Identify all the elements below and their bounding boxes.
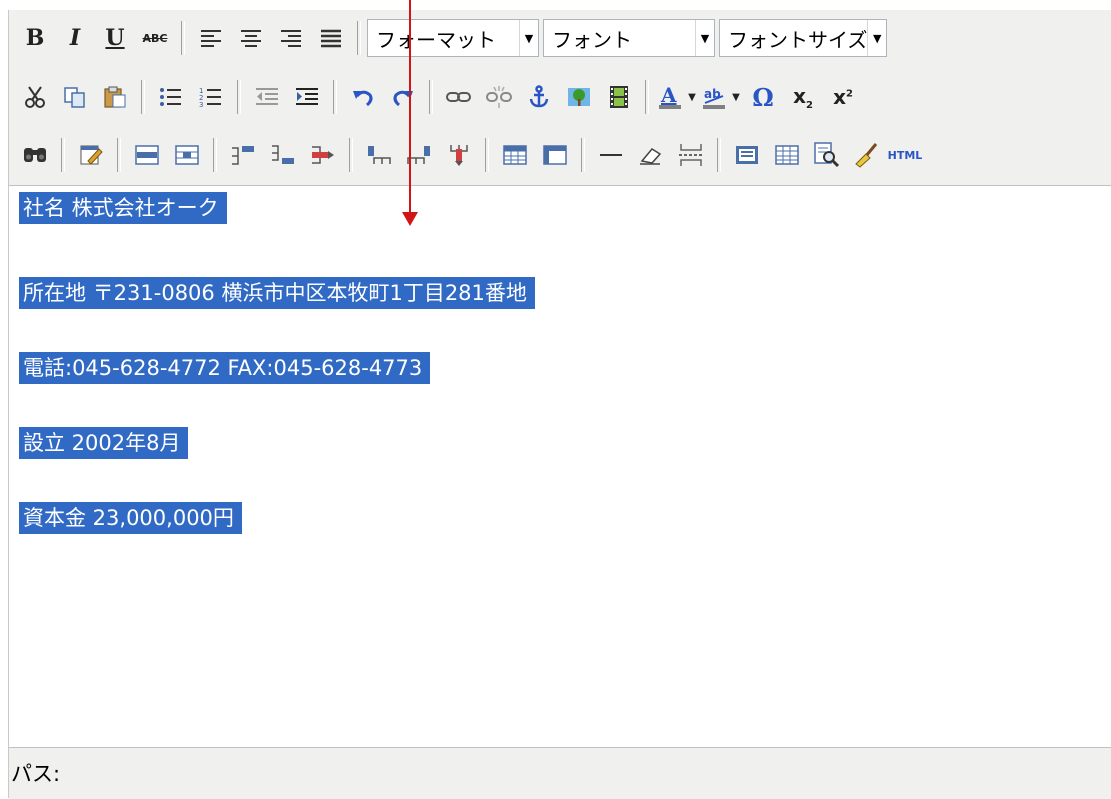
separator xyxy=(117,138,121,172)
separator xyxy=(357,21,361,55)
separator xyxy=(717,138,721,172)
subscript-icon[interactable]: x2 xyxy=(783,77,823,117)
separator xyxy=(485,138,489,172)
status-bar: パス: xyxy=(9,747,1111,799)
outdent-icon[interactable] xyxy=(247,77,287,117)
underline-button[interactable]: U xyxy=(95,18,135,58)
separator xyxy=(237,80,241,114)
separator xyxy=(181,21,185,55)
svg-text:A: A xyxy=(660,84,677,107)
copy-icon[interactable] xyxy=(55,77,95,117)
find-icon[interactable] xyxy=(15,135,55,175)
chevron-down-icon: ▼ xyxy=(695,20,714,56)
separator xyxy=(581,138,585,172)
html-source-label: HTML xyxy=(887,148,923,162)
toolbar-row-3: HTML xyxy=(9,127,1111,183)
rich-text-editor: B I U ABC フォーマット ▼ フォント ▼ フォントサイズ ▼ 1 2 … xyxy=(8,10,1111,799)
merge-cells-icon[interactable] xyxy=(535,135,575,175)
align-right-icon[interactable] xyxy=(271,18,311,58)
superscript-icon[interactable]: x2 xyxy=(823,77,863,117)
numbered-list-icon[interactable]: 123 xyxy=(191,77,231,117)
bold-button[interactable]: B xyxy=(15,18,55,58)
table-row-props-icon[interactable] xyxy=(127,135,167,175)
indent-icon[interactable] xyxy=(287,77,327,117)
annotation-arrow xyxy=(409,0,411,214)
content-line-founded: 設立 2002年8月 xyxy=(19,427,189,459)
editor-toolbar: B I U ABC フォーマット ▼ フォント ▼ フォントサイズ ▼ 1 2 … xyxy=(9,10,1111,186)
eraser-icon[interactable] xyxy=(631,135,671,175)
format-select[interactable]: フォーマット ▼ xyxy=(367,19,539,57)
strikethrough-button[interactable]: ABC xyxy=(135,18,175,58)
insert-col-before-icon[interactable] xyxy=(359,135,399,175)
separator xyxy=(333,80,337,114)
content-line-address: 所在地 〒231-0806 横浜市中区本牧町1丁目281番地 xyxy=(19,277,535,309)
special-char-icon[interactable]: Ω xyxy=(743,77,783,117)
format-select-value: フォーマット xyxy=(376,27,496,52)
insert-row-after-icon[interactable] xyxy=(263,135,303,175)
table-cell-props-icon[interactable] xyxy=(167,135,207,175)
font-select[interactable]: フォント ▼ xyxy=(543,19,715,57)
text-color-icon[interactable]: A xyxy=(655,77,685,117)
svg-text:3: 3 xyxy=(199,101,203,108)
separator xyxy=(349,138,353,172)
svg-text:ab: ab xyxy=(704,87,721,101)
toolbar-row-2: 123 A ▼ ab ▼ Ω x2 x2 xyxy=(9,69,1111,125)
path-label: パス: xyxy=(11,762,61,786)
preview-icon[interactable] xyxy=(807,135,847,175)
align-justify-icon[interactable] xyxy=(311,18,351,58)
bullet-list-icon[interactable] xyxy=(151,77,191,117)
fontsize-select-value: フォントサイズ xyxy=(728,27,868,52)
editor-content-area[interactable]: 社名 株式会社オーク 所在地 〒231-0806 横浜市中区本牧町1丁目281番… xyxy=(9,186,1111,746)
chevron-down-icon: ▼ xyxy=(867,20,886,56)
anchor-icon[interactable] xyxy=(519,77,559,117)
table-icon[interactable] xyxy=(727,135,767,175)
media-icon[interactable] xyxy=(599,77,639,117)
html-source-button[interactable]: HTML xyxy=(887,135,923,175)
insert-row-before-icon[interactable] xyxy=(223,135,263,175)
align-left-icon[interactable] xyxy=(191,18,231,58)
split-cells-icon[interactable] xyxy=(495,135,535,175)
chevron-down-icon: ▼ xyxy=(519,20,538,56)
cut-icon[interactable] xyxy=(15,77,55,117)
separator xyxy=(141,80,145,114)
horizontal-rule-icon[interactable] xyxy=(591,135,631,175)
chevron-down-icon[interactable]: ▼ xyxy=(729,77,743,117)
image-icon[interactable] xyxy=(559,77,599,117)
separator xyxy=(645,80,649,114)
italic-button[interactable]: I xyxy=(55,18,95,58)
delete-row-icon[interactable] xyxy=(303,135,343,175)
table-grid-icon[interactable] xyxy=(767,135,807,175)
delete-col-icon[interactable] xyxy=(439,135,479,175)
separator xyxy=(213,138,217,172)
content-line-phone: 電話:045-628-4772 FAX:045-628-4773 xyxy=(19,352,431,384)
link-icon[interactable] xyxy=(439,77,479,117)
separator xyxy=(429,80,433,114)
font-select-value: フォント xyxy=(552,27,632,52)
separator xyxy=(61,138,65,172)
annotation-arrow-head xyxy=(402,212,418,226)
undo-icon[interactable] xyxy=(343,77,383,117)
fontsize-select[interactable]: フォントサイズ ▼ xyxy=(719,19,887,57)
align-center-icon[interactable] xyxy=(231,18,271,58)
redo-icon[interactable] xyxy=(383,77,423,117)
content-line-company: 社名 株式会社オーク xyxy=(19,192,227,224)
highlight-color-icon[interactable]: ab xyxy=(699,77,729,117)
insert-col-after-icon[interactable] xyxy=(399,135,439,175)
paste-icon[interactable] xyxy=(95,77,135,117)
toolbar-row-1: B I U ABC フォーマット ▼ フォント ▼ フォントサイズ ▼ xyxy=(9,10,1111,66)
chevron-down-icon[interactable]: ▼ xyxy=(685,77,699,117)
content-line-capital: 資本金 23,000,000円 xyxy=(19,502,242,534)
page-break-icon[interactable] xyxy=(671,135,711,175)
edit-icon[interactable] xyxy=(71,135,111,175)
unlink-icon[interactable] xyxy=(479,77,519,117)
cleanup-icon[interactable] xyxy=(847,135,887,175)
